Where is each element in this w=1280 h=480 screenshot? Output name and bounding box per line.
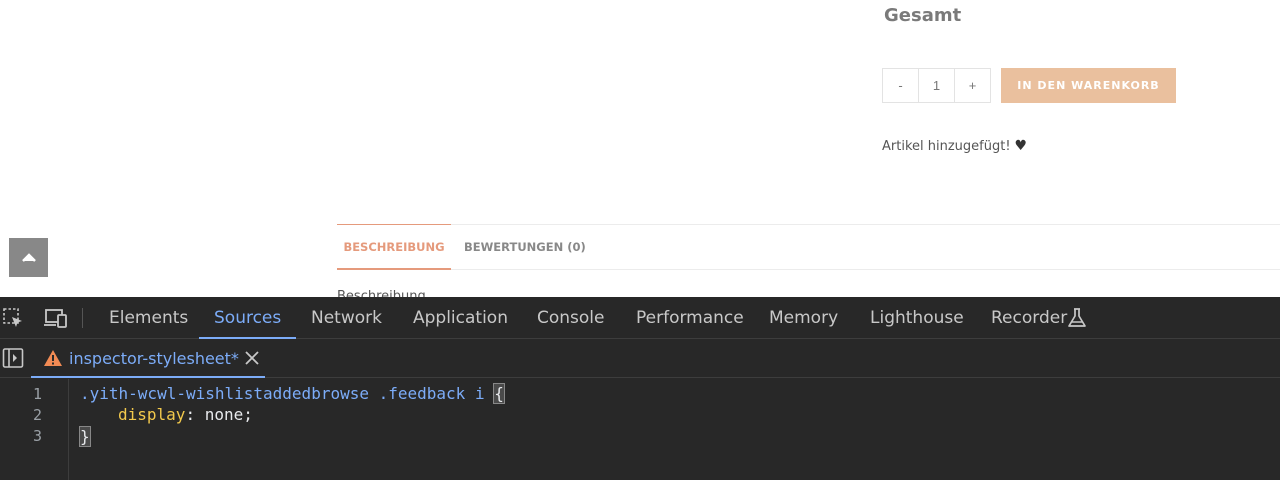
- qty-input[interactable]: 1: [918, 69, 955, 102]
- line-number: 3: [32, 427, 42, 445]
- tab-sources[interactable]: Sources: [198, 297, 297, 339]
- tab-recorder[interactable]: Recorder: [990, 297, 1068, 338]
- webpage-viewport: Gesamt - 1 + IN DEN WARENKORB Artikel hi…: [0, 0, 1280, 297]
- description-heading: Beschreibung: [337, 289, 426, 297]
- heart-icon[interactable]: ♥: [1015, 138, 1028, 154]
- flask-icon: [1068, 308, 1086, 327]
- toggle-navigator-icon[interactable]: [2, 347, 24, 369]
- chevron-up-icon: [21, 252, 36, 262]
- css-value: none: [204, 405, 244, 424]
- css-semicolon: ;: [243, 405, 253, 424]
- tab-application[interactable]: Application: [412, 297, 509, 338]
- line-number-gutter: 1 2 3: [0, 379, 69, 480]
- tab-memory[interactable]: Memory: [768, 297, 839, 338]
- css-colon: :: [185, 405, 196, 424]
- toolbar-separator: [82, 308, 83, 328]
- devtools-toolbar: Elements Sources Network Application Con…: [0, 297, 1280, 339]
- css-open-brace: {: [493, 383, 505, 404]
- total-label: Gesamt: [884, 5, 962, 26]
- tabs-divider-bottom: [337, 269, 1280, 270]
- code-line-2: display: none;: [118, 405, 253, 424]
- tab-lighthouse[interactable]: Lighthouse: [869, 297, 965, 338]
- code-line-1: .yith-wcwl-wishlistaddedbrowse .feedback…: [80, 383, 505, 404]
- tab-performance[interactable]: Performance: [635, 297, 745, 338]
- add-to-cart-button[interactable]: IN DEN WARENKORB: [1001, 68, 1176, 103]
- css-property: display: [118, 405, 186, 424]
- warning-icon: [44, 350, 62, 366]
- file-tab-inspector-stylesheet[interactable]: inspector-stylesheet*: [31, 339, 265, 378]
- css-close-brace: }: [79, 426, 91, 447]
- devtools-panel: Elements Sources Network Application Con…: [0, 297, 1280, 480]
- wishlist-feedback: Artikel hinzugefügt! ♥: [882, 138, 1027, 154]
- tab-description[interactable]: BESCHREIBUNG: [337, 224, 451, 270]
- sources-file-bar: inspector-stylesheet*: [0, 339, 1280, 378]
- inspect-element-icon[interactable]: [2, 307, 24, 329]
- line-number: 1: [32, 385, 42, 403]
- code-editor[interactable]: 1 2 3 .yith-wcwl-wishlistaddedbrowse .fe…: [0, 379, 1280, 480]
- quantity-stepper: - 1 +: [882, 68, 991, 103]
- scroll-to-top-button[interactable]: [9, 238, 48, 277]
- qty-plus-button[interactable]: +: [955, 69, 990, 102]
- line-number: 2: [32, 406, 42, 424]
- added-message: Artikel hinzugefügt!: [882, 138, 1011, 154]
- file-tab-label: inspector-stylesheet*: [69, 348, 239, 368]
- close-icon[interactable]: [242, 348, 262, 368]
- qty-minus-button[interactable]: -: [883, 69, 918, 102]
- css-selector: .yith-wcwl-wishlistaddedbrowse .feedback…: [80, 384, 485, 403]
- tab-elements[interactable]: Elements: [108, 297, 189, 338]
- device-toggle-icon[interactable]: [43, 307, 69, 329]
- tab-network[interactable]: Network: [310, 297, 383, 338]
- tab-console[interactable]: Console: [536, 297, 606, 338]
- tab-reviews[interactable]: BEWERTUNGEN (0): [464, 225, 586, 269]
- code-line-3: }: [79, 426, 91, 447]
